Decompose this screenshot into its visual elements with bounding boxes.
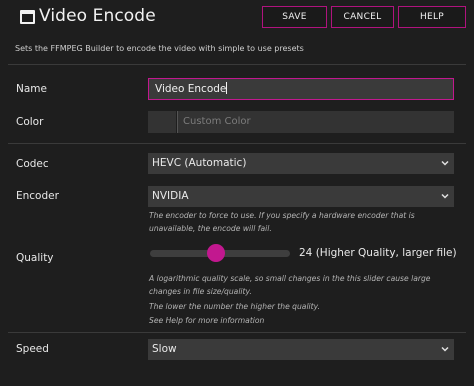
help-button[interactable]: HELP (398, 6, 466, 28)
encoder-help-line-1: The encoder to force to use. If you spec… (149, 211, 415, 220)
description-text: Sets the FFMPEG Builder to encode the vi… (15, 44, 304, 53)
color-swatch[interactable] (148, 111, 176, 133)
chevron-down-icon (441, 193, 449, 199)
codec-label: Codec (16, 158, 49, 170)
header: Video Encode SAVE CANCEL HELP (0, 0, 474, 36)
quality-help-line-1: A logarithmic quality scale, so small ch… (149, 274, 431, 283)
name-input[interactable]: Video Encode (148, 78, 454, 100)
video-encode-dialog: Video Encode SAVE CANCEL HELP Sets the F… (0, 0, 474, 386)
speed-select[interactable]: Slow (148, 339, 454, 360)
name-label: Name (16, 83, 47, 95)
codec-selected-value: HEVC (Automatic) (152, 157, 247, 169)
chevron-down-icon (441, 160, 449, 166)
codec-select[interactable]: HEVC (Automatic) (148, 153, 454, 174)
window-icon (20, 10, 35, 24)
divider (8, 64, 466, 65)
color-label: Color (16, 116, 44, 128)
divider (8, 332, 466, 333)
chevron-down-icon (441, 346, 449, 352)
custom-color-input[interactable]: Custom Color (177, 111, 454, 133)
encoder-label: Encoder (16, 190, 59, 202)
quality-help-line-3: The lower the number the higher the qual… (149, 302, 320, 311)
quality-help-line-4: See Help for more information (149, 316, 265, 325)
encoder-selected-value: NVIDIA (152, 190, 189, 202)
text-caret (226, 82, 228, 94)
encoder-help-line-2: unavailable, the encode will fail. (149, 224, 272, 233)
name-value: Video Encode (155, 83, 227, 95)
quality-help-line-2: changes in file size/quality. (149, 287, 252, 296)
encoder-select[interactable]: NVIDIA (148, 186, 454, 207)
divider (8, 143, 466, 144)
speed-selected-value: Slow (152, 343, 177, 355)
quality-label: Quality (16, 252, 54, 264)
page-title: Video Encode (39, 6, 156, 26)
quality-slider-thumb[interactable] (206, 244, 225, 262)
speed-label: Speed (16, 343, 49, 355)
save-button[interactable]: SAVE (262, 6, 327, 28)
quality-value-text: 24 (Higher Quality, larger file) (299, 247, 457, 259)
cancel-button[interactable]: CANCEL (331, 6, 394, 28)
